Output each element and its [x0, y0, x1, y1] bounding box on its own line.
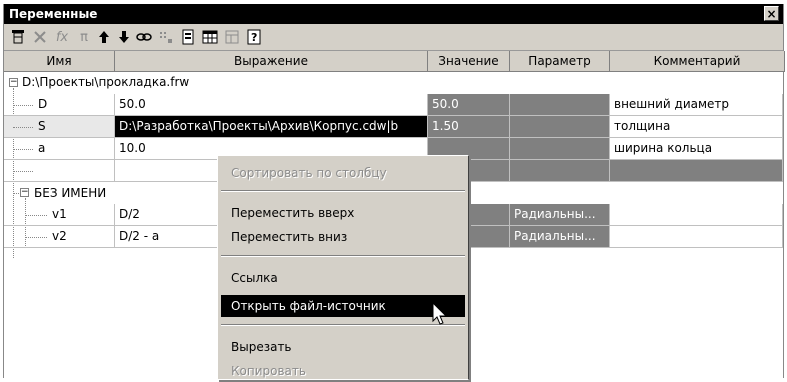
- grid-dots-icon[interactable]: [156, 27, 176, 47]
- menu-separator: [221, 255, 465, 257]
- cell-name[interactable]: D: [4, 94, 115, 116]
- menu-item-copy[interactable]: Копировать: [221, 360, 465, 382]
- cell-parameter[interactable]: [510, 116, 610, 138]
- table-row[interactable]: S D:\Разработка\Проекты\Архив\Корпус.cdw…: [4, 116, 783, 138]
- arrow-down-icon[interactable]: [114, 27, 134, 47]
- menu-item-move-up[interactable]: Переместить вверх: [221, 202, 465, 224]
- menu-item-cut[interactable]: Вырезать: [221, 336, 465, 358]
- arrow-up-icon[interactable]: [94, 27, 114, 47]
- cell-comment[interactable]: ширина кольца: [610, 138, 783, 160]
- column-header-parameter[interactable]: Параметр: [510, 51, 610, 72]
- window-title: Переменные: [9, 7, 98, 21]
- column-header-comment[interactable]: Комментарий: [610, 51, 785, 72]
- column-header-name[interactable]: Имя: [4, 51, 115, 72]
- cell-value: 1.50: [428, 116, 510, 138]
- cell-comment[interactable]: внешний диаметр: [610, 94, 783, 116]
- mouse-cursor-icon: [432, 302, 448, 325]
- cell-expression-selected[interactable]: D:\Разработка\Проекты\Архив\Корпус.cdw|b: [115, 116, 428, 138]
- cell-comment[interactable]: [610, 226, 783, 248]
- pi-icon[interactable]: π: [74, 27, 94, 47]
- export-icon[interactable]: [222, 27, 242, 47]
- close-button[interactable]: ×: [764, 6, 779, 21]
- file-icon[interactable]: [178, 27, 198, 47]
- cell-comment[interactable]: [610, 204, 783, 226]
- cell-name[interactable]: a: [4, 138, 115, 160]
- delete-icon[interactable]: [30, 27, 50, 47]
- group-label: БЕЗ ИМЕНИ: [34, 186, 107, 200]
- menu-item-link[interactable]: Ссылка: [221, 267, 465, 289]
- cell-parameter[interactable]: Радиальны...: [510, 204, 610, 226]
- file-path-label: D:\Проекты\прокладка.frw: [22, 75, 190, 89]
- collapse-icon[interactable]: −: [20, 188, 29, 197]
- cell-name[interactable]: v2: [4, 226, 115, 248]
- column-header-value[interactable]: Значение: [428, 51, 510, 72]
- tree-row-file[interactable]: − D:\Проекты\прокладка.frw: [4, 72, 783, 94]
- cell-parameter[interactable]: Радиальны...: [510, 226, 610, 248]
- cell-parameter[interactable]: [510, 138, 610, 160]
- table-grid-icon[interactable]: [200, 27, 220, 47]
- menu-separator: [221, 324, 465, 326]
- toolbar: fx π ?: [4, 24, 783, 51]
- table-icon[interactable]: [8, 27, 28, 47]
- cell-value: 50.0: [428, 94, 510, 116]
- link-icon[interactable]: [134, 27, 154, 47]
- cell-name[interactable]: [4, 160, 115, 182]
- function-icon[interactable]: fx: [52, 27, 72, 47]
- cell-parameter[interactable]: [510, 94, 610, 116]
- menu-item-sort[interactable]: Сортировать по столбцу: [221, 162, 465, 184]
- cell-parameter[interactable]: [510, 160, 610, 182]
- cell-expression[interactable]: 50.0: [115, 94, 428, 116]
- table-row[interactable]: D 50.0 50.0 внешний диаметр: [4, 94, 783, 116]
- help-icon[interactable]: ?: [244, 27, 264, 47]
- svg-text:?: ?: [251, 31, 257, 44]
- title-bar: Переменные ×: [4, 4, 783, 24]
- column-header-expression[interactable]: Выражение: [115, 51, 428, 72]
- menu-item-move-down[interactable]: Переместить вниз: [221, 226, 465, 248]
- cell-comment[interactable]: толщина: [610, 116, 783, 138]
- menu-item-open-source[interactable]: Открыть файл-источник: [221, 295, 465, 317]
- tree-branch: [13, 127, 33, 128]
- cell-name[interactable]: v1: [4, 204, 115, 226]
- collapse-icon[interactable]: −: [9, 78, 18, 87]
- context-menu: Сортировать по столбцу Переместить вверх…: [217, 155, 469, 380]
- menu-separator: [221, 190, 465, 192]
- cell-comment[interactable]: [610, 160, 783, 182]
